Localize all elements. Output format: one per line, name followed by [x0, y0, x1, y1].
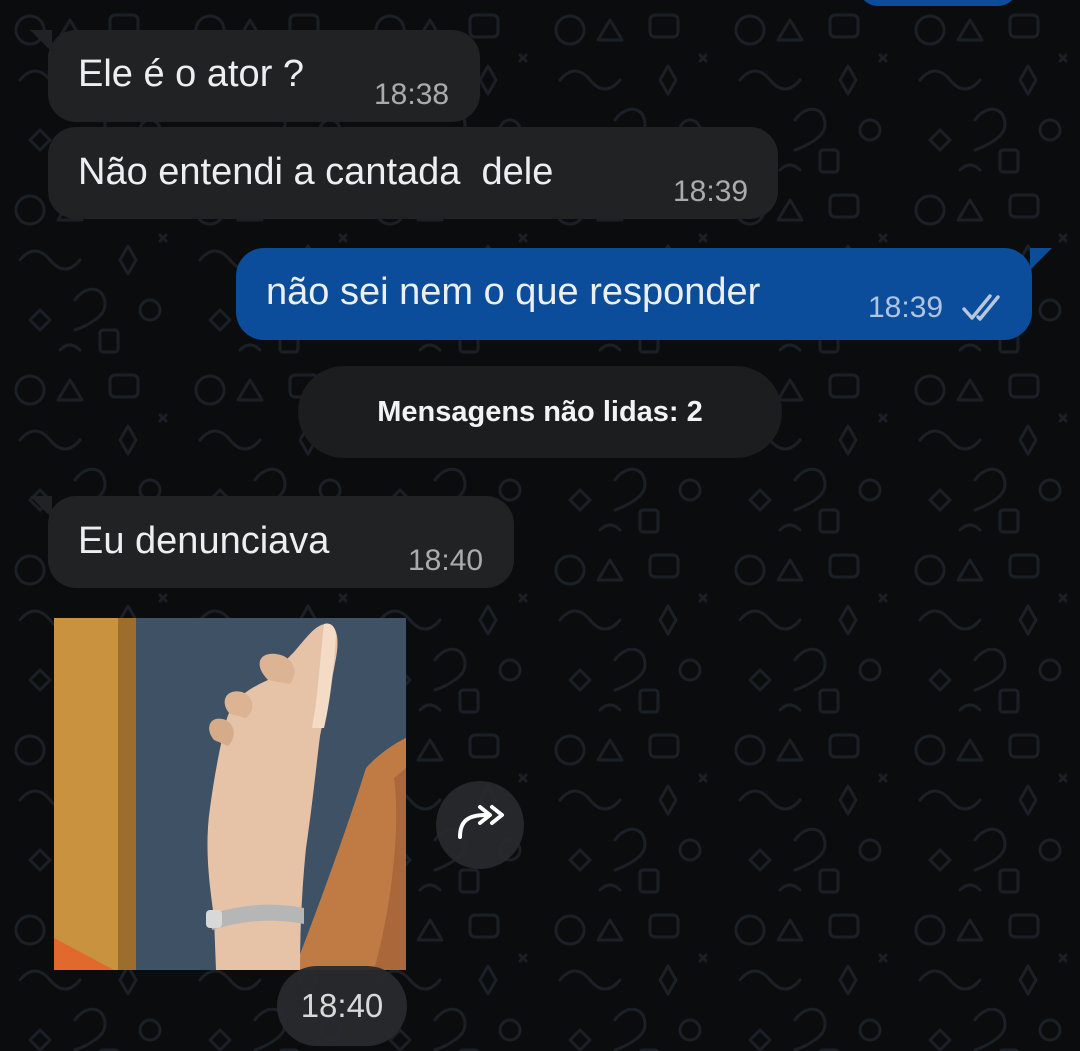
message-bubble-incoming[interactable]: Não entendi a cantada dele 18:39: [48, 127, 778, 219]
message-bubble-incoming[interactable]: Ele é o ator ? 18:38: [48, 30, 480, 122]
message-text: Ele é o ator ?: [78, 53, 305, 95]
unread-messages-divider: Mensagens não lidas: 2: [298, 366, 782, 458]
message-bubble-incoming[interactable]: Eu denunciava 18:40: [48, 496, 514, 588]
message-time: 18:40: [408, 544, 484, 577]
message-time: 18:40: [300, 987, 384, 1024]
message-time: 18:39: [673, 175, 749, 208]
forward-button[interactable]: [436, 781, 524, 869]
message-bubble-outgoing[interactable]: não sei nem o que responder 18:39: [236, 248, 1032, 340]
previous-outgoing-bubble[interactable]: [858, 0, 1018, 6]
media-timestamp: 18:40: [277, 966, 407, 1046]
message-text: Não entendi a cantada dele: [78, 151, 554, 193]
unread-messages-label: Mensagens não lidas: 2: [377, 395, 703, 428]
message-time: 18:38: [374, 78, 450, 111]
sticker-image[interactable]: [54, 618, 406, 970]
message-time: 18:39: [868, 291, 944, 324]
bubble-tail: [1030, 248, 1052, 270]
message-text: não sei nem o que responder: [266, 271, 761, 313]
forward-icon: [454, 803, 506, 848]
message-text: Eu denunciava: [78, 520, 330, 562]
double-check-icon: [960, 292, 1008, 330]
